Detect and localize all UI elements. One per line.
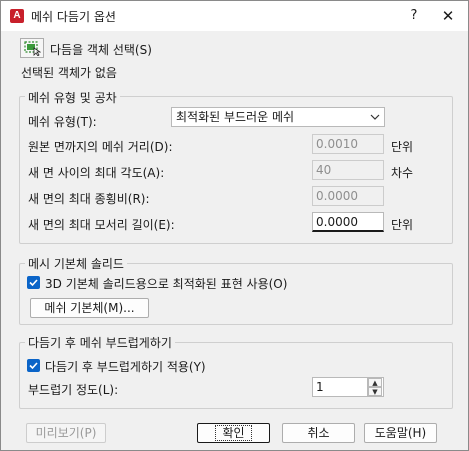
close-icon[interactable]: ✕	[438, 6, 458, 26]
aspect-ratio-field[interactable]: 0.0000	[312, 186, 384, 206]
mesh-type-value: 최적화된 부드러운 메쉬	[176, 110, 295, 124]
edge-length-unit: 단위	[391, 218, 414, 232]
smoothing-group-title: 다듬기 후 메쉬 부드럽게하기	[25, 334, 175, 351]
ok-button[interactable]: 확인	[197, 423, 270, 443]
optimized-primitive-label[interactable]: 3D 기본체 솔리드용으로 최적화된 표현 사용(O)	[45, 275, 287, 292]
cancel-button[interactable]: 취소	[282, 423, 355, 443]
mesh-options-dialog: A 메쉬 다듬기 옵션 ? ✕ 다듬을 객체 선택(S) 선택된 객체가 없음 …	[0, 0, 469, 451]
title-bar: A 메쉬 다듬기 옵션 ? ✕	[1, 1, 468, 31]
mesh-type-label: 메쉬 유형(T):	[28, 115, 97, 129]
select-objects-button[interactable]	[20, 38, 44, 58]
edge-length-field[interactable]: 0.0000	[312, 212, 384, 232]
autocad-app-icon: A	[10, 9, 24, 23]
mesh-primitive-button[interactable]: 메쉬 기본체(M)...	[30, 298, 149, 318]
select-objects-icon	[24, 41, 41, 56]
aspect-ratio-label: 새 면의 최대 종횡비(R):	[28, 192, 150, 206]
stepper-up-icon[interactable]: ▲	[368, 378, 382, 387]
distance-field[interactable]: 0.0010	[312, 134, 384, 154]
smoothing-group	[19, 342, 453, 409]
checkmark-icon	[29, 362, 38, 370]
edge-length-label: 새 면의 최대 모서리 길이(E):	[28, 218, 175, 232]
smoothness-stepper[interactable]: ▲ ▼	[367, 378, 382, 396]
selection-status: 선택된 객체가 없음	[21, 66, 117, 80]
mesh-type-group-title: 메쉬 유형 및 공차	[25, 89, 120, 106]
angle-field[interactable]: 40	[312, 160, 384, 180]
angle-unit: 차수	[391, 166, 414, 180]
angle-label: 새 면 사이의 최대 각도(A):	[28, 166, 165, 180]
distance-unit: 단위	[391, 140, 414, 154]
help-icon[interactable]: ?	[404, 6, 424, 26]
primitive-solid-group-title: 메시 기본체 솔리드	[25, 255, 127, 272]
ok-button-label: 확인	[215, 425, 252, 441]
dialog-title: 메쉬 다듬기 옵션	[31, 10, 116, 24]
apply-smoothing-label[interactable]: 다듬기 후 부드럽게하기 적용(Y)	[45, 358, 206, 375]
stepper-down-icon[interactable]: ▼	[368, 387, 382, 396]
chevron-down-icon	[370, 108, 380, 133]
optimized-primitive-checkbox[interactable]	[27, 276, 40, 289]
apply-smoothing-checkbox[interactable]	[27, 359, 40, 372]
checkmark-icon	[29, 279, 38, 287]
preview-button[interactable]: 미리보기(P)	[26, 423, 106, 443]
help-button[interactable]: 도움말(H)	[364, 423, 437, 443]
distance-label: 원본 면까지의 메쉬 거리(D):	[28, 140, 173, 154]
mesh-type-select[interactable]: 최적화된 부드러운 메쉬	[171, 107, 385, 127]
select-objects-label[interactable]: 다듬을 객체 선택(S)	[50, 41, 152, 58]
smoothness-level-value: 1	[316, 380, 324, 394]
smoothness-level-label: 부드럽기 정도(L):	[28, 383, 119, 397]
